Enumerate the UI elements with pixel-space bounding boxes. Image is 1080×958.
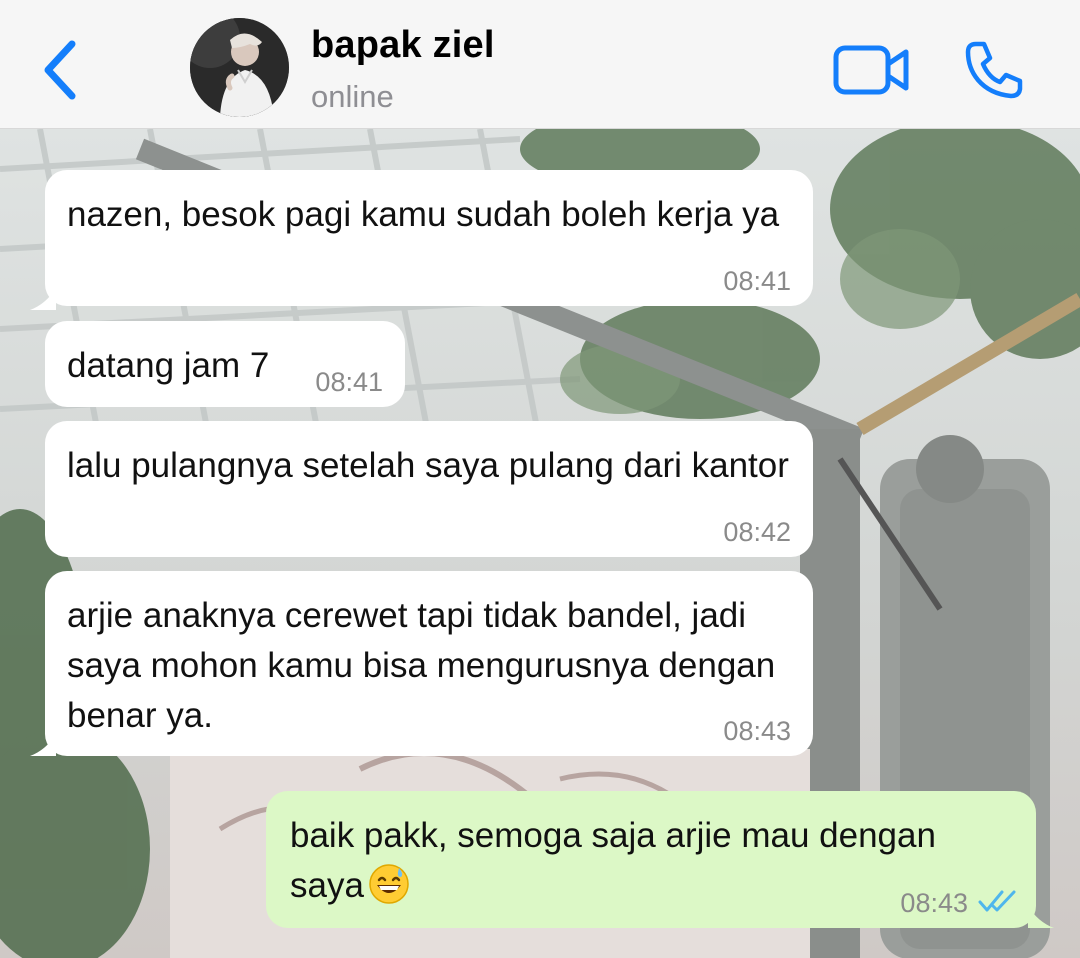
message-bubble-incoming[interactable]: nazen, besok pagi kamu sudah boleh kerja…: [45, 170, 813, 306]
message-time: 08:43: [723, 716, 791, 746]
phone-icon: [965, 41, 1023, 99]
message-bubble-outgoing[interactable]: baik pakk, semoga saja arjie mau dengan …: [266, 791, 1036, 928]
avatar[interactable]: [190, 18, 289, 117]
message-time: 08:41: [315, 367, 383, 397]
contact-name[interactable]: bapak ziel: [311, 24, 495, 67]
chat-header: bapak ziel online: [0, 0, 1080, 129]
message-bubble-incoming[interactable]: datang jam 7 08:41: [45, 321, 405, 407]
avatar-photo: [190, 18, 289, 117]
message-time: 08:43: [900, 888, 968, 918]
message-time: 08:41: [723, 266, 791, 296]
message-text: nazen, besok pagi kamu sudah boleh kerja…: [67, 195, 780, 234]
video-call-button[interactable]: [832, 44, 912, 96]
message-text: arjie anaknya cerewet tapi tidak bandel,…: [67, 596, 776, 735]
voice-call-button[interactable]: [962, 38, 1026, 102]
contact-status: online: [311, 79, 394, 114]
video-camera-icon: [833, 45, 909, 95]
grinning-sweat-emoji-icon: [369, 864, 409, 904]
chevron-left-icon: [44, 40, 76, 100]
double-check-icon: [978, 890, 1016, 912]
back-button[interactable]: [36, 36, 86, 104]
message-time: 08:42: [723, 517, 791, 547]
message-bubble-incoming[interactable]: lalu pulangnya setelah saya pulang dari …: [45, 421, 813, 557]
message-bubble-incoming[interactable]: arjie anaknya cerewet tapi tidak bandel,…: [45, 571, 813, 756]
message-text: lalu pulangnya setelah saya pulang dari …: [67, 446, 789, 485]
